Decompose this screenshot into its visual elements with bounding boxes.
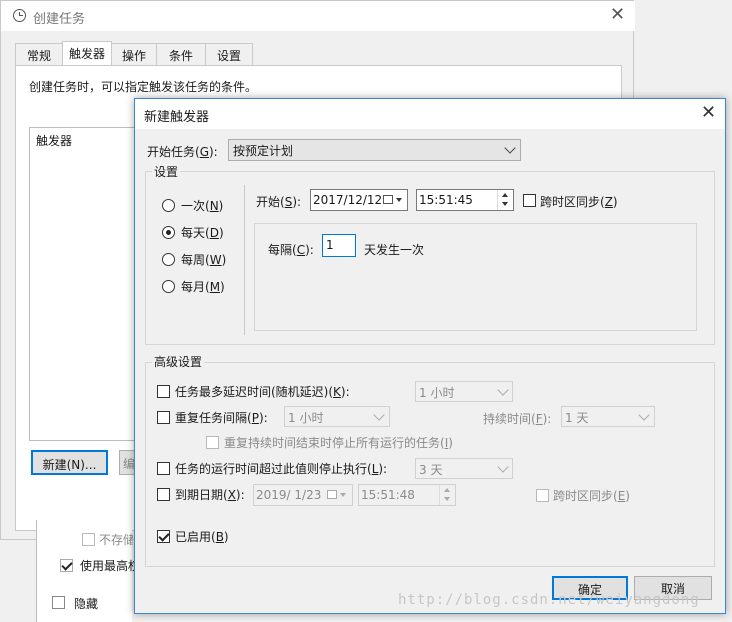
title-bar: 创建任务 ✕ — [1, 1, 635, 31]
time-spinner[interactable] — [439, 485, 455, 505]
dialog-title-bar: 新建触发器 ✕ — [135, 99, 725, 129]
start-task-label: 开始任务(G): — [147, 145, 218, 159]
delay-select[interactable]: 1 小时 — [415, 381, 513, 402]
expire-time-value: 15:51:48 — [361, 488, 415, 502]
expire-sync-label: 跨时区同步(E) — [553, 489, 630, 503]
time-spinner[interactable] — [497, 190, 513, 210]
recur-days-input[interactable]: 1 — [322, 234, 356, 257]
stop-longer-label: 任务的运行时间超过此值则停止执行(L): — [175, 462, 388, 476]
tab-triggers[interactable]: 触发器 — [62, 41, 112, 66]
vertical-divider — [244, 185, 245, 335]
highest-privileges-label: 使用最高权 — [80, 559, 134, 573]
expire-time-picker[interactable]: 15:51:48 — [358, 484, 456, 506]
radio-monthly-label: 每月(M) — [181, 280, 225, 294]
recurrence-group — [254, 223, 697, 331]
expire-date-value: 2019/ 1/23 — [256, 488, 322, 502]
tab-general[interactable]: 常规 — [15, 43, 63, 65]
clock-icon — [13, 9, 26, 22]
chevron-down-icon — [340, 493, 346, 497]
chevron-down-icon — [497, 384, 509, 396]
start-time-picker[interactable]: 15:51:45 — [416, 189, 514, 211]
start-task-select[interactable]: 按预定计划 — [228, 139, 521, 161]
new-trigger-button[interactable]: 新建(N)... — [31, 450, 108, 475]
repeat-interval-value: 1 小时 — [288, 411, 324, 425]
expire-sync-checkbox[interactable] — [536, 489, 549, 502]
list-header: 触发器 — [36, 134, 73, 148]
duration-select[interactable]: 1 天 — [561, 406, 655, 427]
start-date-value: 2017/12/12 — [313, 193, 383, 207]
radio-once[interactable] — [162, 199, 175, 212]
stop-longer-value: 3 天 — [419, 463, 443, 477]
close-icon[interactable]: ✕ — [610, 4, 625, 25]
expire-date-picker[interactable]: 2019/ 1/23 — [253, 484, 353, 506]
repeat-interval-select[interactable]: 1 小时 — [284, 406, 390, 427]
stop-all-checkbox[interactable] — [206, 436, 219, 449]
tab-settings[interactable]: 设置 — [205, 43, 253, 65]
no-store-checkbox[interactable] — [82, 533, 95, 546]
settings-group-title: 设置 — [152, 163, 181, 180]
start-label: 开始(S): — [256, 195, 302, 209]
recur-days-value: 1 — [326, 238, 334, 252]
dialog-title: 新建触发器 — [144, 110, 210, 125]
repeat-label: 重复任务间隔(P): — [175, 411, 268, 425]
new-trigger-dialog: 新建触发器 ✕ 开始任务(G): 按预定计划 设置 一次(N) 每天(D) 每周… — [134, 98, 726, 614]
expire-checkbox[interactable] — [157, 488, 170, 501]
hidden-label: 隐藏 — [74, 597, 99, 611]
window-title: 创建任务 — [33, 12, 86, 27]
radio-weekly-label: 每周(W) — [181, 253, 227, 267]
stop-longer-checkbox[interactable] — [157, 462, 170, 475]
duration-label: 持续时间(F): — [483, 412, 552, 426]
spin-up-icon — [444, 488, 450, 492]
stop-all-label: 重复持续时间结束时停止所有运行的任务(I) — [224, 436, 453, 450]
recur-suffix: 天发生一次 — [364, 243, 425, 257]
hidden-checkbox[interactable] — [52, 596, 65, 609]
calendar-icon — [327, 490, 337, 499]
tab-conditions[interactable]: 条件 — [156, 43, 206, 65]
advanced-group-title: 高级设置 — [152, 353, 205, 370]
delay-label: 任务最多延迟时间(随机延迟)(K): — [175, 385, 350, 399]
spin-up-icon — [502, 193, 508, 197]
chevron-down-icon — [638, 409, 650, 421]
chevron-down-icon — [497, 461, 509, 473]
radio-once-label: 一次(N) — [181, 199, 224, 213]
highest-privileges-checkbox[interactable] — [60, 559, 73, 572]
radio-monthly[interactable] — [162, 280, 175, 293]
duration-value: 1 天 — [565, 411, 589, 425]
calendar-icon — [383, 195, 393, 204]
panel-description: 创建任务时，可以指定触发该任务的条件。 — [29, 80, 258, 94]
expire-label: 到期日期(X): — [175, 488, 245, 502]
sync-timezone-label: 跨时区同步(Z) — [540, 195, 618, 209]
radio-daily-label: 每天(D) — [181, 226, 224, 240]
start-task-value: 按预定计划 — [233, 144, 294, 158]
start-time-value: 15:51:45 — [419, 193, 473, 207]
sync-timezone-checkbox[interactable] — [523, 194, 536, 207]
delay-value: 1 小时 — [419, 386, 455, 400]
chevron-down-icon — [396, 198, 402, 202]
chevron-down-icon — [373, 409, 385, 421]
no-store-label: 不存储 — [99, 533, 133, 547]
radio-weekly[interactable] — [162, 253, 175, 266]
triggers-list[interactable]: 触发器 — [29, 127, 143, 441]
enabled-label: 已启用(B) — [175, 530, 229, 544]
watermark: http://blog.csdn.net/weiyangdong — [398, 592, 700, 608]
chevron-down-icon — [504, 142, 516, 154]
stop-longer-select[interactable]: 3 天 — [415, 458, 513, 479]
delay-checkbox[interactable] — [157, 385, 170, 398]
close-icon[interactable]: ✕ — [701, 102, 716, 123]
enabled-checkbox[interactable] — [157, 530, 170, 543]
tab-actions[interactable]: 操作 — [111, 43, 157, 65]
recur-label: 每隔(C): — [268, 243, 314, 257]
spin-down-icon — [444, 497, 450, 501]
radio-daily[interactable] — [162, 226, 175, 239]
start-date-picker[interactable]: 2017/12/12 — [310, 189, 408, 211]
spin-down-icon — [502, 202, 508, 206]
repeat-checkbox[interactable] — [157, 411, 170, 424]
